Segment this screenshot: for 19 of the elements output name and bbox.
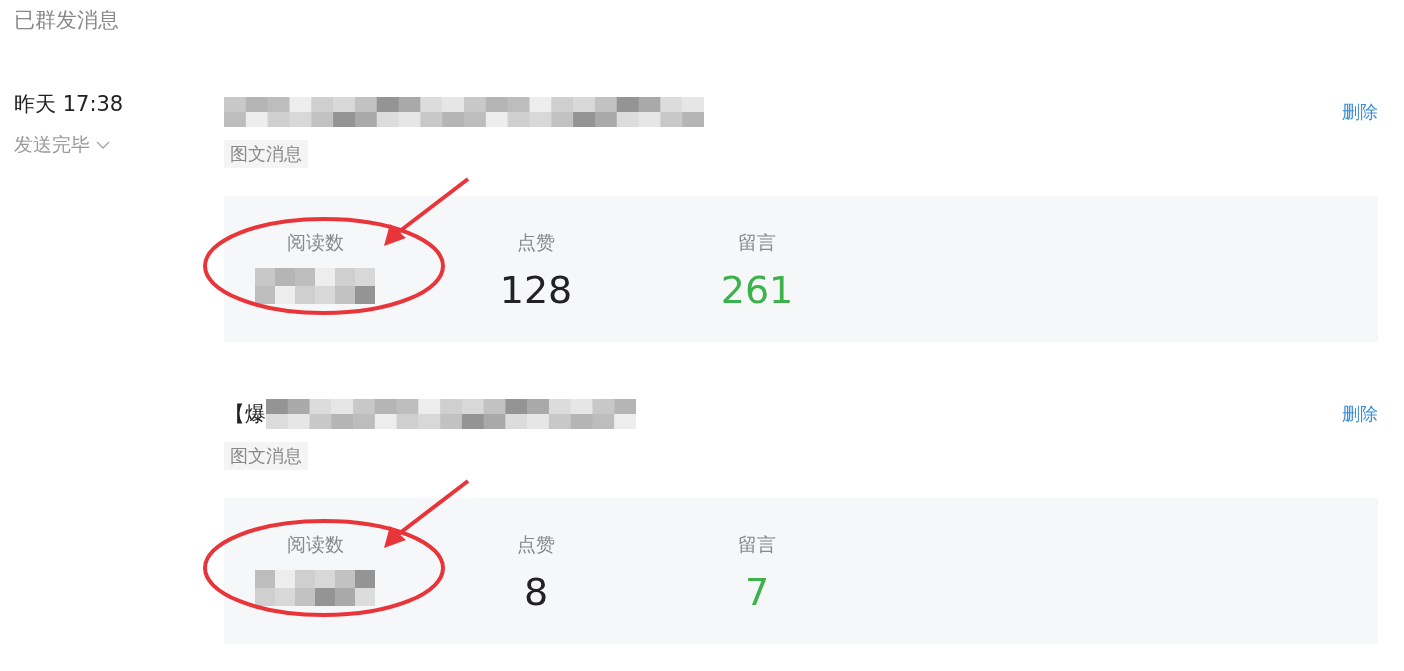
- stat-value: 8: [523, 570, 549, 614]
- stat-value: 128: [499, 268, 573, 312]
- stat-label: 点赞: [517, 230, 555, 255]
- stat-label: 阅读数: [286, 532, 344, 557]
- message-type-tag: 图文消息: [224, 140, 308, 168]
- delete-link[interactable]: 删除: [1342, 100, 1378, 124]
- send-status: 发送完毕: [14, 132, 90, 157]
- stat-label: 留言: [738, 532, 776, 557]
- delete-link[interactable]: 删除: [1342, 402, 1378, 426]
- page-title: 已群发消息: [14, 7, 120, 34]
- stat-label: 阅读数: [286, 230, 344, 255]
- stat-value: 261: [720, 268, 794, 312]
- message-type-tag: 图文消息: [224, 442, 308, 470]
- stat-label: 留言: [738, 230, 776, 255]
- message-title: 【爆: [224, 401, 266, 428]
- chevron-down-icon[interactable]: [96, 140, 110, 150]
- stat-value: 7: [744, 570, 770, 614]
- send-time: 昨天 17:38: [14, 91, 125, 118]
- stat-label: 点赞: [517, 532, 555, 557]
